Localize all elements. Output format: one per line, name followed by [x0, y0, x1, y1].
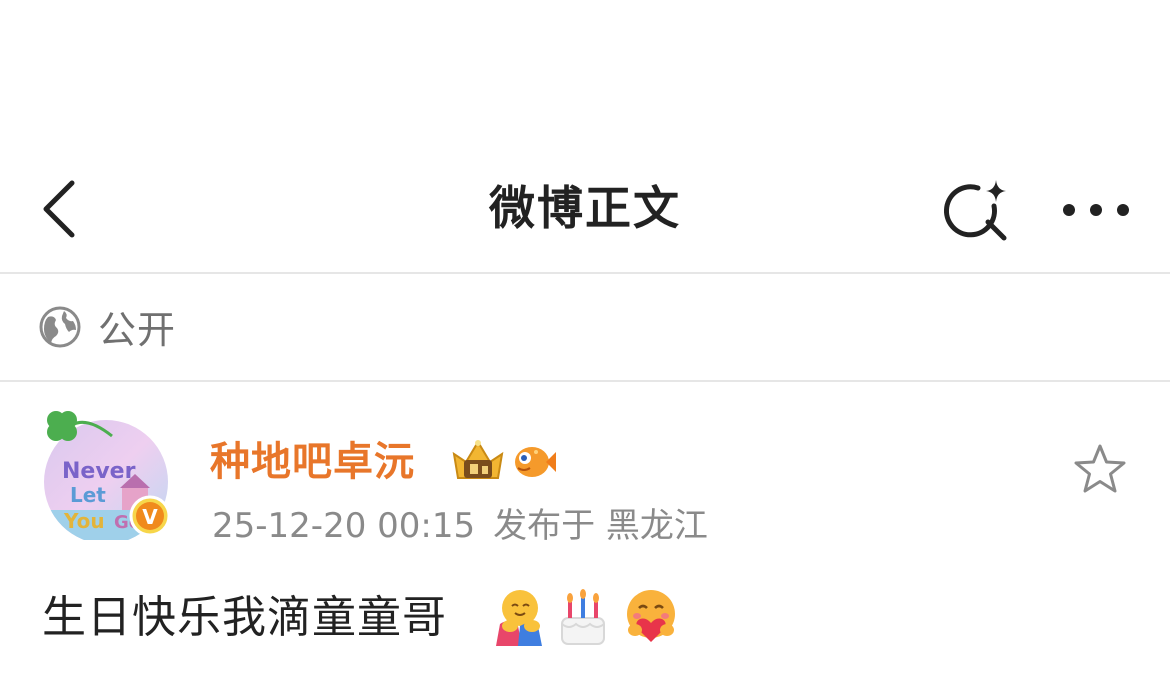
ai-search-icon [943, 180, 1007, 241]
favorite-button[interactable] [1070, 440, 1130, 500]
verified-badge-text: V [142, 505, 158, 529]
post-meta: 25-12-20 00:15 发布于 黑龙江 [212, 504, 708, 548]
svg-text:Let: Let [70, 483, 106, 507]
post-timestamp: 25-12-20 00:15 [212, 506, 476, 546]
nav-divider [0, 272, 1170, 274]
post-text: 生日快乐我滴童童哥 [42, 592, 447, 643]
more-button[interactable] [1056, 180, 1136, 240]
post-location: 发布于 黑龙江 [493, 506, 708, 546]
crown-badge-icon[interactable] [450, 438, 506, 484]
status-bar [0, 0, 1170, 140]
nav-bar: 微博正文 [0, 140, 1170, 273]
visibility-label: 公开 [98, 308, 177, 352]
avatar-image: Never Let You Go V [44, 411, 171, 544]
author-name[interactable]: 种地吧卓沅 [210, 436, 415, 488]
hug-emoji-icon [496, 590, 542, 646]
visibility-row: 公开 [0, 275, 1170, 380]
star-outline-icon [1074, 444, 1126, 493]
fish-badge-icon[interactable] [512, 438, 558, 484]
post-card: Never Let You Go V 种地吧卓沅 25-12-20 00:15 … [0, 382, 1170, 682]
search-button[interactable] [940, 174, 1016, 250]
svg-text:Never: Never [62, 459, 136, 484]
globe-icon [39, 306, 81, 348]
heart-hug-emoji-icon [627, 590, 675, 642]
more-dots-icon [1063, 204, 1129, 216]
avatar[interactable]: Never Let You Go V [36, 400, 176, 544]
weibo-post-page: 微博正文 公开 Never Let You Go V 种地吧卓沅 25-12-2… [0, 0, 1170, 682]
birthday-cake-emoji-icon [561, 589, 605, 645]
svg-text:You: You [63, 509, 105, 533]
